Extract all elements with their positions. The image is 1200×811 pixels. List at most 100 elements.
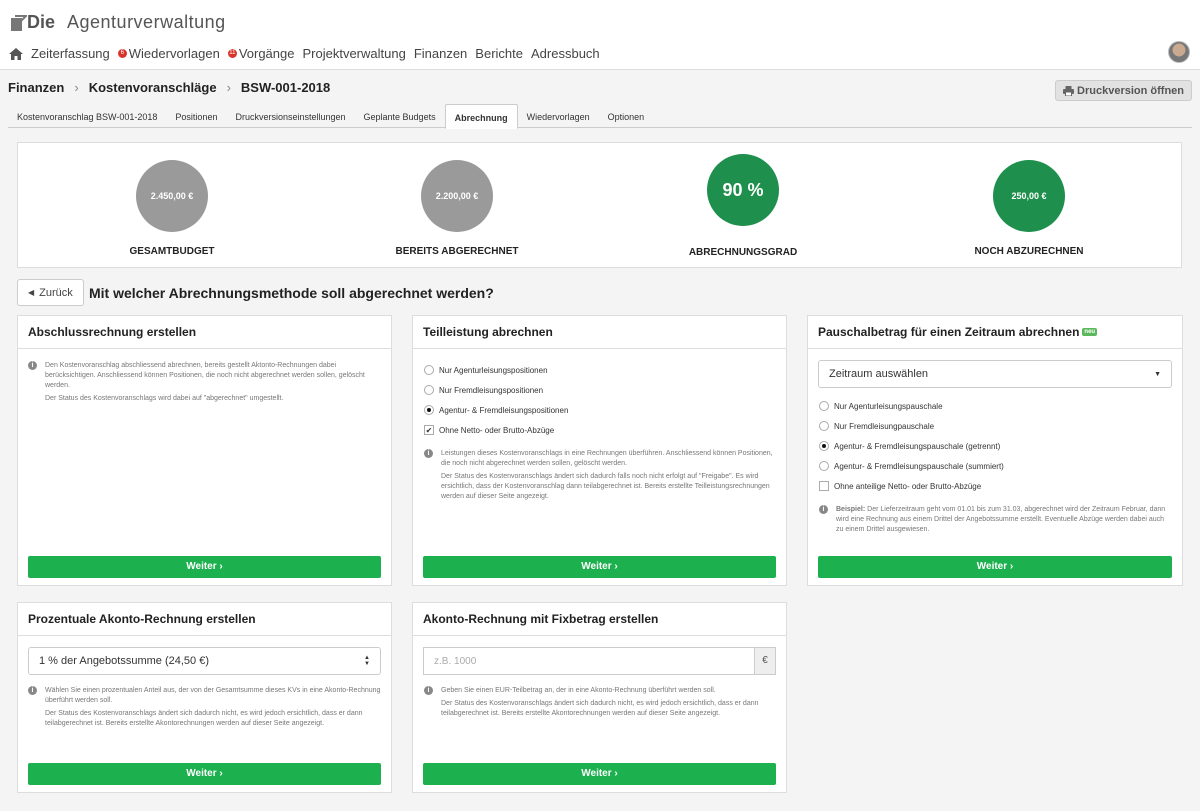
radio-selected[interactable] — [424, 405, 434, 415]
nav-item-zeiterfassung[interactable]: Zeiterfassung — [31, 46, 110, 61]
stat-noch-abzurechnen: 250,00 € NOCH ABZURECHNEN — [904, 160, 1154, 257]
breadcrumb-finanzen[interactable]: Finanzen — [8, 80, 64, 95]
nav-label: Berichte — [475, 46, 523, 61]
button-label: Weiter — [186, 561, 217, 572]
tab-positionen[interactable]: Positionen — [166, 104, 226, 128]
card-teilleistung: Teilleistung abrechnen Nur Agenturleisun… — [412, 315, 787, 586]
card-akonto-fixbetrag: Akonto-Rechnung mit Fixbetrag erstellen … — [412, 602, 787, 793]
home-icon[interactable] — [9, 47, 23, 60]
card-title: Akonto-Rechnung mit Fixbetrag erstellen — [413, 603, 786, 636]
info-icon: i — [424, 449, 433, 458]
option-label: Agentur- & Fremdleisungspauschale (summi… — [834, 461, 1004, 471]
weiter-button[interactable]: Weiter › — [423, 763, 776, 785]
info-bold: Beispiel: — [836, 506, 866, 513]
info-text: i Wählen Sie einen prozentualen Anteil a… — [28, 686, 381, 732]
radio-option[interactable]: Agentur- & Fremdleisungspauschale (summi… — [819, 456, 1004, 476]
select-value: 1 % der Angebotssumme (24,50 €) — [39, 655, 209, 667]
nav-label: Projektverwaltung — [302, 46, 406, 61]
checkbox-option[interactable]: ✔ Ohne Netto- oder Brutto-Abzüge — [424, 420, 786, 440]
info-icon: i — [28, 361, 37, 370]
info-text: i Geben Sie einen EUR-Teilbetrag an, der… — [424, 686, 776, 722]
stat-circle: 250,00 € — [993, 160, 1065, 232]
tab-wiedervorlagen[interactable]: Wiedervorlagen — [518, 104, 599, 128]
count-badge: 11 — [227, 49, 237, 58]
tab-optionen[interactable]: Optionen — [599, 104, 654, 128]
weiter-button[interactable]: Weiter › — [423, 556, 776, 578]
checkbox-checked[interactable]: ✔ — [424, 425, 434, 435]
nav-item-berichte[interactable]: Berichte — [475, 46, 523, 61]
card-title: Teilleistung abrechnen — [413, 316, 786, 349]
stat-gesamtbudget: 2.450,00 € GESAMTBUDGET — [47, 160, 297, 257]
nav-item-finanzen[interactable]: Finanzen — [414, 46, 467, 61]
card-title: Abschlussrechnung erstellen — [18, 316, 391, 349]
nav-item-adressbuch[interactable]: Adressbuch — [531, 46, 600, 61]
info-paragraph: Wählen Sie einen prozentualen Anteil aus… — [45, 687, 381, 704]
button-label: Weiter — [186, 768, 217, 779]
select-value: Zeitraum auswählen — [829, 368, 929, 380]
tab-bar: Kostenvoranschlag BSW-001-2018 Positione… — [8, 104, 1192, 129]
radio-selected[interactable] — [819, 441, 829, 451]
logo-icon — [11, 14, 27, 31]
amount-input[interactable]: z.B. 1000 — [423, 647, 754, 675]
nav-item-wiedervorlagen[interactable]: 6 Wiedervorlagen — [117, 46, 220, 61]
back-button[interactable]: ◀ Zurück — [17, 279, 84, 306]
new-badge: neu — [1082, 328, 1098, 336]
checkbox-option[interactable]: Ohne anteilige Netto- oder Brutto-Abzüge — [819, 476, 1004, 496]
stat-circle: 2.450,00 € — [136, 160, 208, 232]
radio-option[interactable]: Nur Agenturleisungspositionen — [424, 360, 786, 380]
zeitraum-select[interactable]: Zeitraum auswählen ▼ — [818, 360, 1172, 388]
select-arrows-icon: ▲ ▼ — [364, 655, 370, 667]
app-logo[interactable]: Die Agenturverwaltung — [9, 12, 226, 33]
radio-option[interactable]: Nur Fremdleisungspositionen — [424, 380, 786, 400]
info-paragraph: Der Status des Kostenvoranschlags ändert… — [441, 700, 759, 717]
radio[interactable] — [424, 365, 434, 375]
stat-label: GESAMTBUDGET — [129, 246, 215, 257]
logo-text: Agenturverwaltung — [67, 12, 226, 32]
radio[interactable] — [819, 461, 829, 471]
print-version-button[interactable]: Druckversion öffnen — [1055, 80, 1192, 101]
option-group: Nur Agenturleisungspauschale Nur Fremdle… — [819, 396, 1004, 496]
radio[interactable] — [819, 401, 829, 411]
tab-geplante-budgets[interactable]: Geplante Budgets — [355, 104, 445, 128]
radio-option[interactable]: Nur Fremdleisungpauschale — [819, 416, 1004, 436]
radio-option[interactable]: Nur Agenturleisungspauschale — [819, 396, 1004, 416]
radio-option[interactable]: Agentur- & Fremdleisungspositionen — [424, 400, 786, 420]
card-abschlussrechnung: Abschlussrechnung erstellen i Den Kosten… — [17, 315, 392, 586]
percentage-select[interactable]: 1 % der Angebotssumme (24,50 €) ▲ ▼ — [28, 647, 381, 675]
info-icon: i — [424, 686, 433, 695]
nav-label: Wiedervorlagen — [128, 46, 220, 61]
button-label: Weiter — [581, 561, 612, 572]
chevron-right-icon: › — [226, 80, 231, 95]
tab-kostenvoranschlag[interactable]: Kostenvoranschlag BSW-001-2018 — [8, 104, 166, 128]
caret-down-icon: ▼ — [1154, 370, 1161, 378]
weiter-button[interactable]: Weiter › — [28, 763, 381, 785]
avatar[interactable] — [1168, 41, 1190, 63]
option-label: Nur Fremdleisungpauschale — [834, 421, 935, 431]
nav-item-vorgaenge[interactable]: 11 Vorgänge — [227, 46, 294, 61]
radio-option[interactable]: Agentur- & Fremdleisungspauschale (getre… — [819, 436, 1004, 456]
radio[interactable] — [424, 385, 434, 395]
weiter-button[interactable]: Weiter › — [818, 556, 1172, 578]
info-paragraph: Der Status des Kostenvoranschlags ändert… — [441, 473, 770, 500]
radio[interactable] — [819, 421, 829, 431]
back-label: Zurück — [39, 286, 73, 299]
breadcrumb-kostenvoranschlaege[interactable]: Kostenvoranschläge — [89, 80, 217, 95]
amount-input-group: z.B. 1000 € — [423, 647, 776, 675]
info-text: i Beispiel: Der Lieferzeitraum geht vom … — [819, 505, 1172, 538]
stat-label: BEREITS ABGERECHNET — [395, 246, 519, 257]
info-paragraph: Geben Sie einen EUR-Teilbetrag an, der i… — [441, 687, 716, 694]
tab-abrechnung[interactable]: Abrechnung — [444, 104, 518, 129]
nav-label: Finanzen — [413, 46, 468, 61]
nav-label: Zeiterfassung — [31, 46, 110, 61]
stat-label: NOCH ABZURECHNEN — [974, 246, 1084, 257]
card-header: Pauschalbetrag für einen Zeitraum abrech… — [808, 316, 1182, 349]
checkbox[interactable] — [819, 481, 829, 491]
option-label: Nur Agenturleisungspositionen — [439, 365, 548, 375]
option-group: Nur Agenturleisungspositionen Nur Fremdl… — [424, 360, 786, 440]
nav-item-projektverwaltung[interactable]: Projektverwaltung — [302, 46, 405, 61]
printer-icon — [1063, 85, 1075, 96]
top-bar: Die Agenturverwaltung Zeiterfassung 6 Wie… — [0, 0, 1200, 70]
button-label: Weiter — [581, 768, 612, 779]
tab-druckversionseinstellungen[interactable]: Druckversionseinstellungen — [226, 104, 354, 128]
weiter-button[interactable]: Weiter › — [28, 556, 381, 578]
